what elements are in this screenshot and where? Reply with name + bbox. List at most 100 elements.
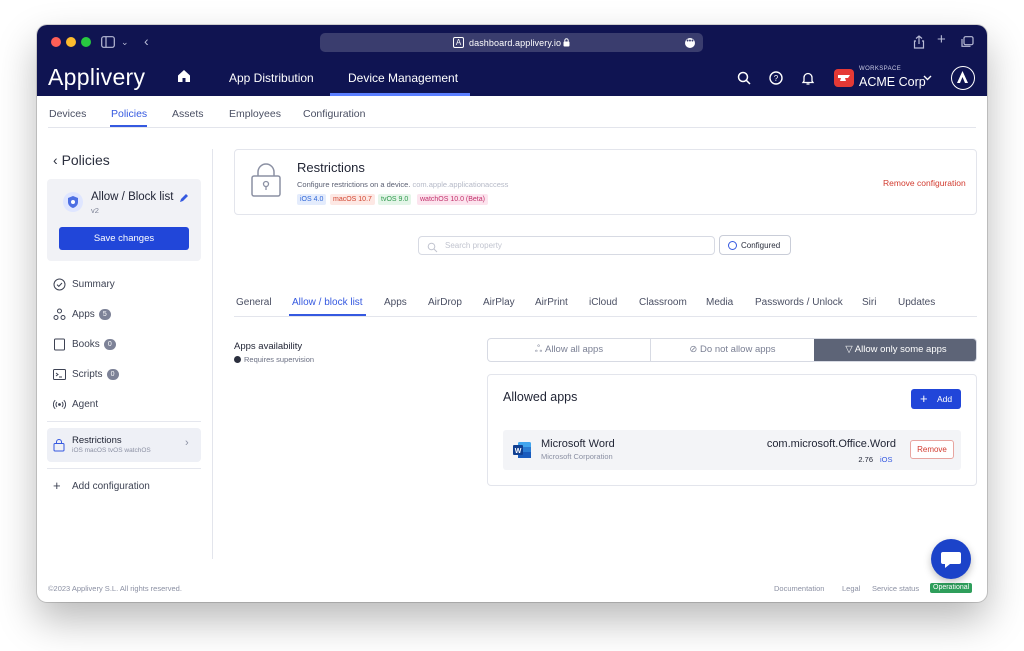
lock-icon bbox=[563, 38, 570, 49]
subnav-employees[interactable]: Employees bbox=[229, 108, 281, 120]
nav-app-distribution[interactable]: App Distribution bbox=[229, 71, 314, 85]
configuration-description: Configure restrictions on a device. bbox=[297, 180, 411, 189]
broadcast-icon bbox=[52, 398, 67, 411]
subnav-configuration[interactable]: Configuration bbox=[303, 108, 365, 120]
allow-all-apps-option[interactable]: ஃ Allow all apps bbox=[488, 339, 650, 361]
close-window-button[interactable] bbox=[51, 37, 61, 47]
tab-media[interactable]: Media bbox=[706, 297, 733, 308]
save-changes-button[interactable]: Save changes bbox=[59, 227, 189, 250]
address-bar[interactable]: A dashboard.applivery.io ••• bbox=[320, 33, 703, 52]
new-tab-icon[interactable]: + bbox=[937, 32, 946, 47]
configured-label: Configured bbox=[741, 241, 781, 250]
subnav-devices[interactable]: Devices bbox=[49, 108, 86, 120]
share-icon[interactable] bbox=[913, 35, 925, 51]
chevron-down-icon[interactable]: ⌄ bbox=[121, 36, 129, 48]
plus-icon: + bbox=[53, 478, 61, 493]
back-arrow-icon[interactable]: ‹ bbox=[144, 34, 149, 48]
configured-filter-toggle[interactable]: Configured bbox=[719, 235, 791, 255]
svg-text:?: ? bbox=[774, 74, 779, 83]
subnav-assets[interactable]: Assets bbox=[172, 108, 204, 120]
allowed-apps-title: Allowed apps bbox=[503, 390, 578, 404]
tab-airprint[interactable]: AirPrint bbox=[535, 297, 568, 308]
workspace-name[interactable]: ACME Corp bbox=[859, 75, 926, 89]
maximize-window-button[interactable] bbox=[81, 37, 91, 47]
tab-allow-block-list[interactable]: Allow / block list bbox=[292, 297, 363, 308]
sidebar-toggle-icon[interactable] bbox=[101, 36, 115, 50]
applivery-logo[interactable]: Applivery bbox=[48, 64, 145, 91]
policy-name: Allow / Block list bbox=[91, 191, 174, 203]
platform-pill: iOS 4.0 bbox=[297, 194, 327, 205]
option-label: Do not allow apps bbox=[700, 344, 776, 355]
tab-airdrop[interactable]: AirDrop bbox=[428, 297, 462, 308]
configuration-title: Restrictions bbox=[297, 160, 365, 175]
filter-icon: ▽ bbox=[845, 344, 855, 355]
divider bbox=[48, 127, 976, 128]
platform-pill: watchOS 10.0 (Beta) bbox=[417, 194, 488, 205]
tab-apps[interactable]: Apps bbox=[384, 297, 407, 308]
site-favicon-icon: A bbox=[453, 37, 464, 48]
search-input[interactable] bbox=[445, 239, 705, 252]
add-app-button[interactable]: + Add bbox=[911, 389, 961, 409]
workspace-logo-icon bbox=[834, 69, 854, 87]
search-icon[interactable] bbox=[736, 70, 752, 86]
pencil-icon[interactable] bbox=[178, 191, 190, 203]
help-icon[interactable]: ? bbox=[768, 70, 784, 86]
requires-supervision-note: Requires supervision bbox=[244, 355, 315, 364]
copyright: ©2023 Applivery S.L. All rights reserved… bbox=[48, 584, 182, 593]
home-icon[interactable] bbox=[176, 68, 192, 84]
search-property-field[interactable] bbox=[418, 236, 715, 255]
apps-count-badge: 5 bbox=[98, 309, 111, 320]
apps-availability-selector: ஃ Allow all apps ⊘ Do not allow apps ▽ A… bbox=[487, 338, 977, 362]
chat-support-button[interactable] bbox=[931, 539, 971, 579]
tab-airplay[interactable]: AirPlay bbox=[483, 297, 515, 308]
tab-icloud[interactable]: iCloud bbox=[589, 297, 617, 308]
chevron-down-icon[interactable] bbox=[923, 73, 932, 83]
remove-app-button[interactable]: Remove bbox=[910, 440, 954, 459]
tab-passwords-unlock[interactable]: Passwords / Unlock bbox=[755, 297, 843, 308]
sidebar-item-label: Scripts bbox=[72, 369, 103, 380]
divider bbox=[47, 468, 201, 469]
bell-icon[interactable] bbox=[800, 70, 816, 86]
workspace-label: WORKSPACE bbox=[859, 66, 902, 72]
apps-icon bbox=[53, 308, 66, 321]
allow-only-some-apps-option[interactable]: ▽ Allow only some apps bbox=[814, 339, 976, 361]
nav-device-management[interactable]: Device Management bbox=[348, 71, 458, 85]
divider bbox=[47, 421, 201, 422]
service-status-link[interactable]: Service status bbox=[872, 584, 919, 593]
status-badge: Operational bbox=[930, 583, 973, 593]
tab-siri[interactable]: Siri bbox=[862, 297, 876, 308]
remove-configuration-link[interactable]: Remove configuration bbox=[883, 178, 966, 188]
legal-link[interactable]: Legal bbox=[842, 584, 860, 593]
option-label: Allow all apps bbox=[545, 344, 604, 355]
more-options-icon[interactable]: ••• bbox=[685, 38, 695, 48]
chevron-left-icon: ‹ bbox=[53, 152, 62, 168]
sidebar-item-restrictions[interactable]: Restrictions iOS macOS tvOS watchOS › bbox=[47, 428, 201, 462]
minimize-window-button[interactable] bbox=[66, 37, 76, 47]
policy-version: v2 bbox=[91, 206, 99, 215]
chat-icon bbox=[941, 552, 961, 568]
lock-icon bbox=[251, 163, 281, 197]
configuration-header-card: Restrictions Configure restrictions on a… bbox=[234, 149, 977, 215]
restrictions-title: Restrictions bbox=[72, 435, 122, 446]
divider bbox=[212, 149, 213, 559]
tab-general[interactable]: General bbox=[236, 297, 272, 308]
tabs-overview-icon[interactable] bbox=[961, 36, 974, 50]
subnav-policies[interactable]: Policies bbox=[111, 108, 147, 120]
shield-icon bbox=[63, 192, 83, 212]
book-icon bbox=[53, 338, 66, 351]
app-platform: iOS bbox=[880, 455, 893, 464]
sidebar-item-label: Books bbox=[72, 339, 100, 350]
documentation-link[interactable]: Documentation bbox=[774, 584, 824, 593]
scripts-count-badge: 0 bbox=[106, 369, 119, 380]
add-label: Add bbox=[937, 394, 953, 404]
do-not-allow-apps-option[interactable]: ⊘ Do not allow apps bbox=[651, 339, 814, 361]
back-to-policies-link[interactable]: ‹ Policies bbox=[53, 152, 110, 168]
chevron-right-icon: › bbox=[185, 437, 189, 449]
account-avatar[interactable] bbox=[951, 66, 975, 90]
platform-pill: macOS 10.7 bbox=[330, 194, 375, 205]
tab-updates[interactable]: Updates bbox=[898, 297, 935, 308]
tab-classroom[interactable]: Classroom bbox=[639, 297, 687, 308]
browser-window: ⌄ ‹ A dashboard.applivery.io ••• + Appli… bbox=[37, 25, 987, 602]
microsoft-word-icon: W bbox=[512, 440, 532, 460]
blocked-icon: ⊘ bbox=[689, 344, 701, 355]
